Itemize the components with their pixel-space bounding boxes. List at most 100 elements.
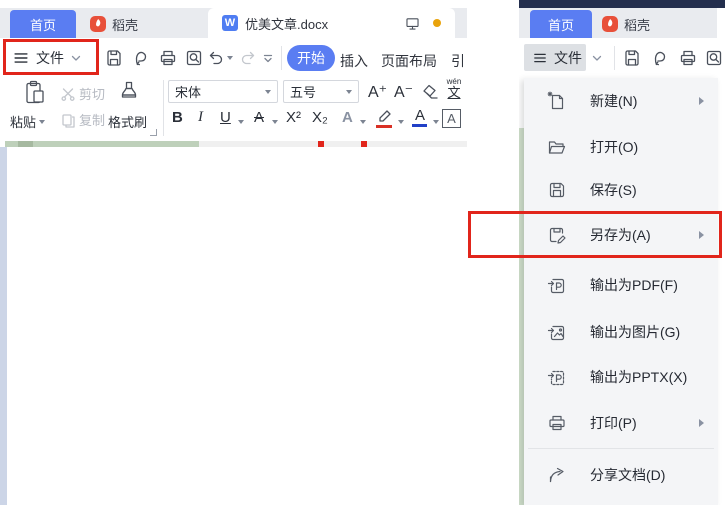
- cut-label: 剪切: [79, 87, 106, 102]
- menu-item-export-pptx[interactable]: 输出为PPTX(X): [524, 354, 718, 400]
- tab-docer-right[interactable]: 稻壳: [602, 10, 650, 38]
- menu-item-label: 保存(S): [590, 182, 637, 198]
- submenu-arrow-icon: [699, 97, 704, 105]
- strikethrough-button[interactable]: A: [254, 109, 264, 126]
- tab-home[interactable]: 首页: [10, 10, 76, 38]
- paste-dropdown-caret: [39, 119, 46, 124]
- menu-item-new[interactable]: 新建(N): [524, 78, 718, 124]
- pinyin-bottom-label: 文: [447, 85, 461, 100]
- superscript-label: X²: [286, 109, 301, 126]
- save-icon[interactable]: [104, 48, 124, 68]
- pinyin-guide-button[interactable]: wén 文: [443, 78, 465, 100]
- ribbon-tab-insert[interactable]: 插入: [340, 51, 368, 71]
- collapse-ribbon-icon[interactable]: [260, 50, 276, 66]
- clipboard-group-launcher[interactable]: [150, 129, 157, 136]
- print-icon[interactable]: [158, 48, 178, 68]
- menu-item-export-image[interactable]: 输出为图片(G): [524, 309, 718, 355]
- ribbon-tab-page-layout[interactable]: 页面布局: [381, 51, 437, 71]
- menu-item-share[interactable]: 分享文档(D): [524, 452, 718, 498]
- char-border-button[interactable]: A: [442, 109, 461, 128]
- save-icon: [546, 179, 568, 201]
- clear-format-icon[interactable]: [419, 82, 439, 102]
- unsaved-indicator-dot: [433, 19, 441, 27]
- bold-button[interactable]: B: [172, 109, 183, 126]
- print-icon[interactable]: [678, 48, 698, 68]
- highlight-caret[interactable]: [398, 120, 404, 124]
- format-painter-button[interactable]: 格式刷: [108, 112, 147, 131]
- file-dropdown-menu: 新建(N) 打开(O) 保存(S) 另存为(A) 输出为PDF(F) 输出为图片…: [524, 78, 718, 505]
- text-effects-button[interactable]: A: [342, 109, 353, 126]
- menu-item-export-pdf[interactable]: 输出为PDF(F): [524, 262, 718, 308]
- grow-font-button[interactable]: A⁺: [368, 82, 387, 102]
- font-color-caret[interactable]: [433, 120, 439, 124]
- annotation-box-file: [3, 39, 99, 75]
- annotation-box-save-as: [468, 211, 722, 258]
- highlighter-icon: [379, 110, 391, 122]
- docer-flame-icon: [602, 16, 618, 32]
- menu-item-print[interactable]: 打印(P): [524, 400, 718, 446]
- menu-item-open[interactable]: 打开(O): [524, 124, 718, 170]
- ribbon-tab-page-layout-label: 页面布局: [381, 53, 437, 69]
- font-color-button[interactable]: A: [412, 107, 428, 127]
- font-family-combo[interactable]: 宋体: [168, 80, 278, 103]
- left-window: 首页 稻壳 W 优美文章.docx 文件 开始 插入 页面布局 引 粘贴 剪切 …: [0, 0, 467, 505]
- new-document-icon: [546, 90, 568, 112]
- document-canvas[interactable]: [0, 147, 467, 505]
- copy-icon: [62, 113, 75, 128]
- tab-docer-right-label: 稻壳: [624, 17, 651, 33]
- undo-dropdown-caret[interactable]: [227, 56, 233, 60]
- char-border-label: A: [447, 111, 456, 126]
- save-icon[interactable]: [622, 48, 642, 68]
- tab-home-right[interactable]: 首页: [530, 10, 592, 38]
- underline-button[interactable]: U: [220, 109, 231, 126]
- ribbon-tab-start[interactable]: 开始: [287, 45, 335, 71]
- menu-separator: [528, 448, 714, 449]
- copy-label: 复制: [79, 113, 106, 128]
- highlight-button[interactable]: [376, 108, 394, 128]
- export-pdf-quick-icon[interactable]: [650, 48, 670, 68]
- print-preview-icon[interactable]: [704, 48, 724, 68]
- paste-icon[interactable]: [22, 79, 48, 107]
- file-chevron-down-icon[interactable]: [591, 52, 603, 64]
- export-image-icon: [546, 321, 568, 343]
- menu-item-save[interactable]: 保存(S): [524, 168, 718, 212]
- shrink-font-label: A⁻: [394, 84, 414, 101]
- export-pdf-icon: [546, 274, 568, 296]
- font-family-value: 宋体: [175, 85, 202, 100]
- copy-button: 复制: [60, 110, 105, 129]
- export-pptx-icon: [546, 366, 568, 388]
- share-icon: [546, 464, 568, 486]
- tab-docer[interactable]: 稻壳: [90, 10, 138, 38]
- ribbon-tab-reference-partial[interactable]: 引: [451, 51, 467, 71]
- subscript-button[interactable]: X₂: [312, 109, 328, 126]
- superscript-button[interactable]: X²: [286, 109, 301, 126]
- group-separator: [163, 80, 164, 136]
- strikethrough-label: A: [254, 109, 265, 126]
- strikethrough-caret[interactable]: [272, 120, 278, 124]
- scissors-icon: [61, 87, 75, 101]
- italic-button[interactable]: I: [198, 109, 203, 126]
- docer-flame-icon: [90, 16, 106, 32]
- export-pdf-quick-icon[interactable]: [131, 48, 151, 68]
- text-effects-caret[interactable]: [360, 120, 366, 124]
- printer-icon: [546, 412, 568, 434]
- document-tab[interactable]: W 优美文章.docx: [208, 8, 455, 38]
- format-painter-icon[interactable]: [116, 79, 142, 107]
- shrink-font-button[interactable]: A⁻: [394, 82, 413, 102]
- font-family-caret: [265, 89, 271, 94]
- underline-caret[interactable]: [238, 120, 244, 124]
- tab-home-right-label: 首页: [547, 17, 574, 33]
- open-folder-icon: [546, 136, 568, 158]
- paste-label: 粘贴: [10, 115, 37, 130]
- paste-button[interactable]: 粘贴: [10, 112, 46, 131]
- file-menu-button-pressed[interactable]: 文件: [524, 44, 586, 71]
- print-preview-icon[interactable]: [184, 48, 204, 68]
- redo-icon: [238, 48, 258, 68]
- undo-icon[interactable]: [206, 48, 226, 68]
- screenshot-root: 首页 稻壳 W 优美文章.docx 文件 开始 插入 页面布局 引 粘贴 剪切 …: [0, 0, 725, 505]
- submenu-arrow-icon: [699, 419, 704, 427]
- ribbon-tab-start-label: 开始: [297, 50, 325, 66]
- ribbon-tab-insert-label: 插入: [340, 53, 368, 69]
- underline-label: U: [220, 109, 231, 126]
- font-size-combo[interactable]: 五号: [283, 80, 359, 103]
